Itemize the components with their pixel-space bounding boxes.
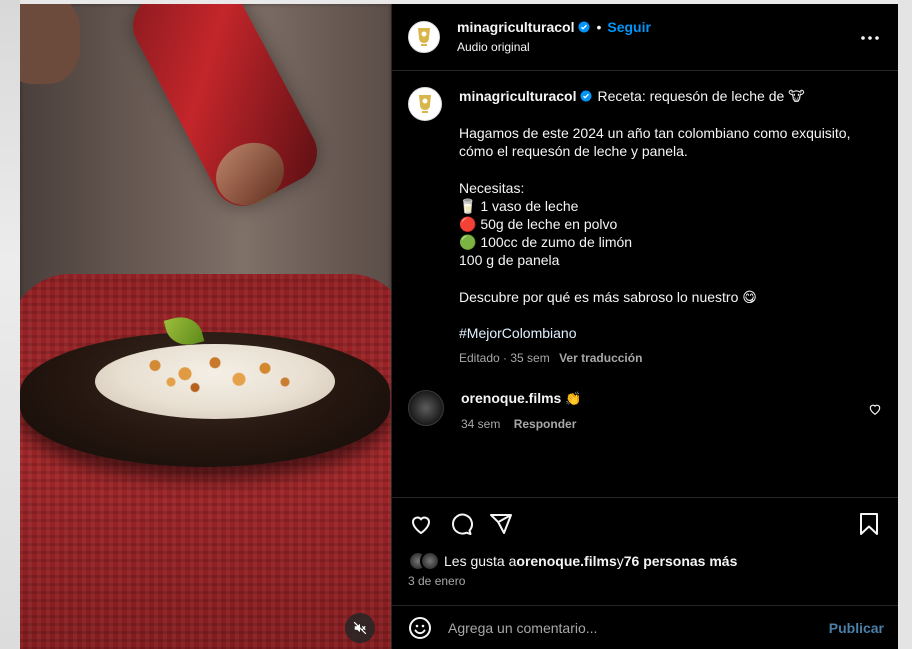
post-video[interactable] (20, 4, 391, 649)
ingredient-item: 100 g de panela (459, 252, 560, 268)
ingredient-item: 🟢 100cc de zumo de limón (459, 234, 633, 250)
comment-time: 34 sem (461, 417, 501, 431)
heart-icon (411, 516, 431, 535)
likes-others-link[interactable]: 76 personas más (624, 553, 738, 569)
commenter-username[interactable]: orenoque.films (461, 390, 561, 406)
comment-text: 👏 (565, 392, 582, 407)
caption-title-text: Receta: requesón de leche de 🐮 (597, 88, 805, 104)
likes-summary: Les gusta a orenoque.films y 76 personas… (408, 551, 882, 571)
liker-avatars[interactable] (408, 551, 440, 571)
caption-username[interactable]: minagriculturacol (459, 87, 576, 105)
liker-avatar (420, 551, 440, 571)
action-bar (408, 510, 882, 538)
emoji-icon[interactable] (408, 616, 432, 640)
caption-title: minagriculturacol Receta: requesón de le… (459, 87, 879, 105)
header-separator: • (596, 19, 602, 35)
header-username[interactable]: minagriculturacol (457, 18, 574, 36)
comment-input[interactable] (448, 619, 829, 636)
comment-button[interactable] (448, 511, 474, 537)
caption-avatar[interactable] (408, 87, 442, 121)
page-backdrop-right (898, 0, 912, 649)
translate-button[interactable]: Ver traducción (559, 351, 642, 365)
bookmark-icon (860, 513, 878, 535)
post-date[interactable]: 3 de enero (408, 574, 882, 588)
caption-meta: Editado · 35 sem Ver traducción (459, 349, 879, 367)
caption-needs-heading: Necesitas: (459, 180, 525, 196)
caption-intro: Hagamos de este 2024 un año tan colombia… (459, 125, 851, 159)
verified-badge-icon (578, 21, 590, 33)
account-avatar[interactable] (408, 21, 440, 53)
like-button[interactable] (408, 511, 434, 537)
caption-cta: Descubre por qué es más sabroso lo nuest… (459, 289, 757, 305)
post-modal: minagriculturacol • Seguir Audio origina… (20, 4, 898, 649)
page-backdrop (0, 0, 20, 649)
audio-label[interactable]: Audio original (457, 38, 651, 56)
mute-button[interactable] (345, 613, 375, 643)
muted-audio-icon (353, 621, 367, 635)
likes-middle: y (616, 553, 624, 569)
hashtag-link[interactable]: #MejorColombiano (459, 324, 879, 342)
video-panela-crumbs (115, 349, 315, 404)
ministry-logo-icon (419, 95, 431, 113)
ingredient-item: 🥛 1 vaso de leche (459, 198, 579, 214)
video-hand (20, 4, 80, 84)
reply-button[interactable]: Responder (514, 417, 577, 431)
post-actions-block: Les gusta a orenoque.films y 76 personas… (392, 497, 898, 605)
comments-section[interactable]: minagriculturacol Receta: requesón de le… (392, 71, 898, 497)
likes-prefix: Les gusta a (444, 553, 517, 569)
verified-badge-icon (580, 90, 592, 102)
post-header: minagriculturacol • Seguir Audio origina… (392, 4, 898, 71)
follow-button[interactable]: Seguir (607, 18, 651, 36)
share-icon (490, 514, 512, 534)
comment-heart-icon[interactable] (868, 402, 882, 416)
comment-composer: Publicar (392, 605, 898, 649)
publish-button[interactable]: Publicar (829, 620, 884, 636)
share-button[interactable] (488, 511, 514, 537)
comment-item: orenoque.films 👏 34 sem Responder (408, 390, 882, 431)
comment-meta: 34 sem Responder (461, 417, 581, 431)
comment-body: orenoque.films 👏 34 sem Responder (461, 390, 581, 431)
comment-icon (452, 513, 473, 535)
post-side-panel: minagriculturacol • Seguir Audio origina… (391, 4, 898, 649)
header-text: minagriculturacol • Seguir Audio origina… (457, 18, 651, 56)
caption-edited-time: Editado · 35 sem (459, 351, 550, 365)
ingredient-item: 🔴 50g de leche en polvo (459, 216, 618, 232)
caption: minagriculturacol Receta: requesón de le… (408, 87, 882, 367)
more-options-button[interactable] (858, 26, 882, 50)
ingredient-list: 🥛 1 vaso de leche 🔴 50g de leche en polv… (459, 197, 879, 269)
liker-username[interactable]: orenoque.films (516, 553, 616, 569)
caption-body: minagriculturacol Receta: requesón de le… (459, 87, 879, 367)
more-horizontal-icon (861, 36, 879, 40)
save-button[interactable] (856, 511, 882, 537)
ministry-logo-icon (418, 28, 430, 46)
commenter-avatar[interactable] (408, 390, 444, 426)
